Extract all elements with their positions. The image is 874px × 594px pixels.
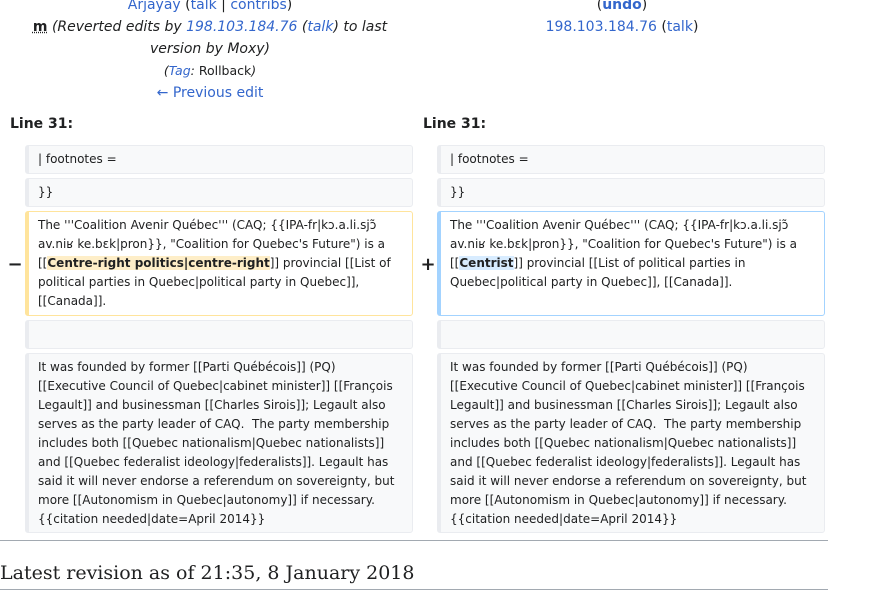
- context-line-braces-right: }}: [437, 178, 825, 207]
- edit-summary-line2: version by Moxy): [149, 41, 271, 57]
- user-talk-link[interactable]: talk: [191, 0, 217, 13]
- user-contribs-link[interactable]: contribs: [230, 0, 286, 13]
- removed-line: The '''Coalition Avenir Québec''' (CAQ; …: [25, 211, 413, 316]
- added-line-marker: +: [420, 254, 436, 275]
- context-line-founded-left: It was founded by former [[Parti Québéco…: [25, 353, 413, 533]
- ip-talk-link-right[interactable]: talk: [667, 19, 693, 35]
- undo-link[interactable]: undo: [602, 0, 642, 13]
- removed-line-marker: −: [7, 254, 23, 275]
- previous-edit-link[interactable]: ← Previous edit: [157, 85, 264, 101]
- added-line: The '''Coalition Avenir Québec''' (CAQ; …: [437, 211, 825, 316]
- tag-line: (Tag: Rollback): [163, 63, 257, 78]
- ip-contribs-link-right[interactable]: 198.103.184.76: [546, 19, 657, 35]
- context-line-founded-right: It was founded by former [[Parti Québéco…: [437, 353, 825, 533]
- tag-value: Rollback: [198, 63, 252, 78]
- new-revision-header: (undo) 198.103.184.76 (talk): [422, 0, 822, 38]
- user-link[interactable]: Arjayay: [128, 0, 181, 13]
- context-line-empty-right: [437, 320, 825, 349]
- ip-contribs-link[interactable]: 198.103.184.76: [186, 19, 297, 35]
- context-line-braces-left: }}: [25, 178, 413, 207]
- added-highlight: Centrist: [459, 256, 514, 270]
- context-line-footnotes-right: | footnotes =: [437, 145, 825, 174]
- line-number-right: Line 31:: [423, 116, 487, 132]
- edit-summary-start: (Reverted edits by: [51, 19, 187, 35]
- ip-talk-link[interactable]: talk: [307, 19, 333, 35]
- line-number-left: Line 31:: [10, 116, 74, 132]
- minor-edit-flag: m: [32, 19, 48, 35]
- latest-revision-heading: Latest revision as of 21:35, 8 January 2…: [0, 562, 415, 584]
- context-line-empty-left: [25, 320, 413, 349]
- edit-summary-end: ) to last: [333, 19, 388, 35]
- context-line-footnotes-left: | footnotes =: [25, 145, 413, 174]
- divider-bottom: [0, 589, 828, 590]
- separator: |: [221, 0, 226, 13]
- tag-link[interactable]: Tag: [169, 63, 191, 78]
- old-revision-header: Arjayay (talk | contribs) m (Reverted ed…: [10, 0, 410, 104]
- divider-top: [0, 540, 828, 541]
- removed-highlight: Centre-right politics|centre-right: [47, 256, 270, 270]
